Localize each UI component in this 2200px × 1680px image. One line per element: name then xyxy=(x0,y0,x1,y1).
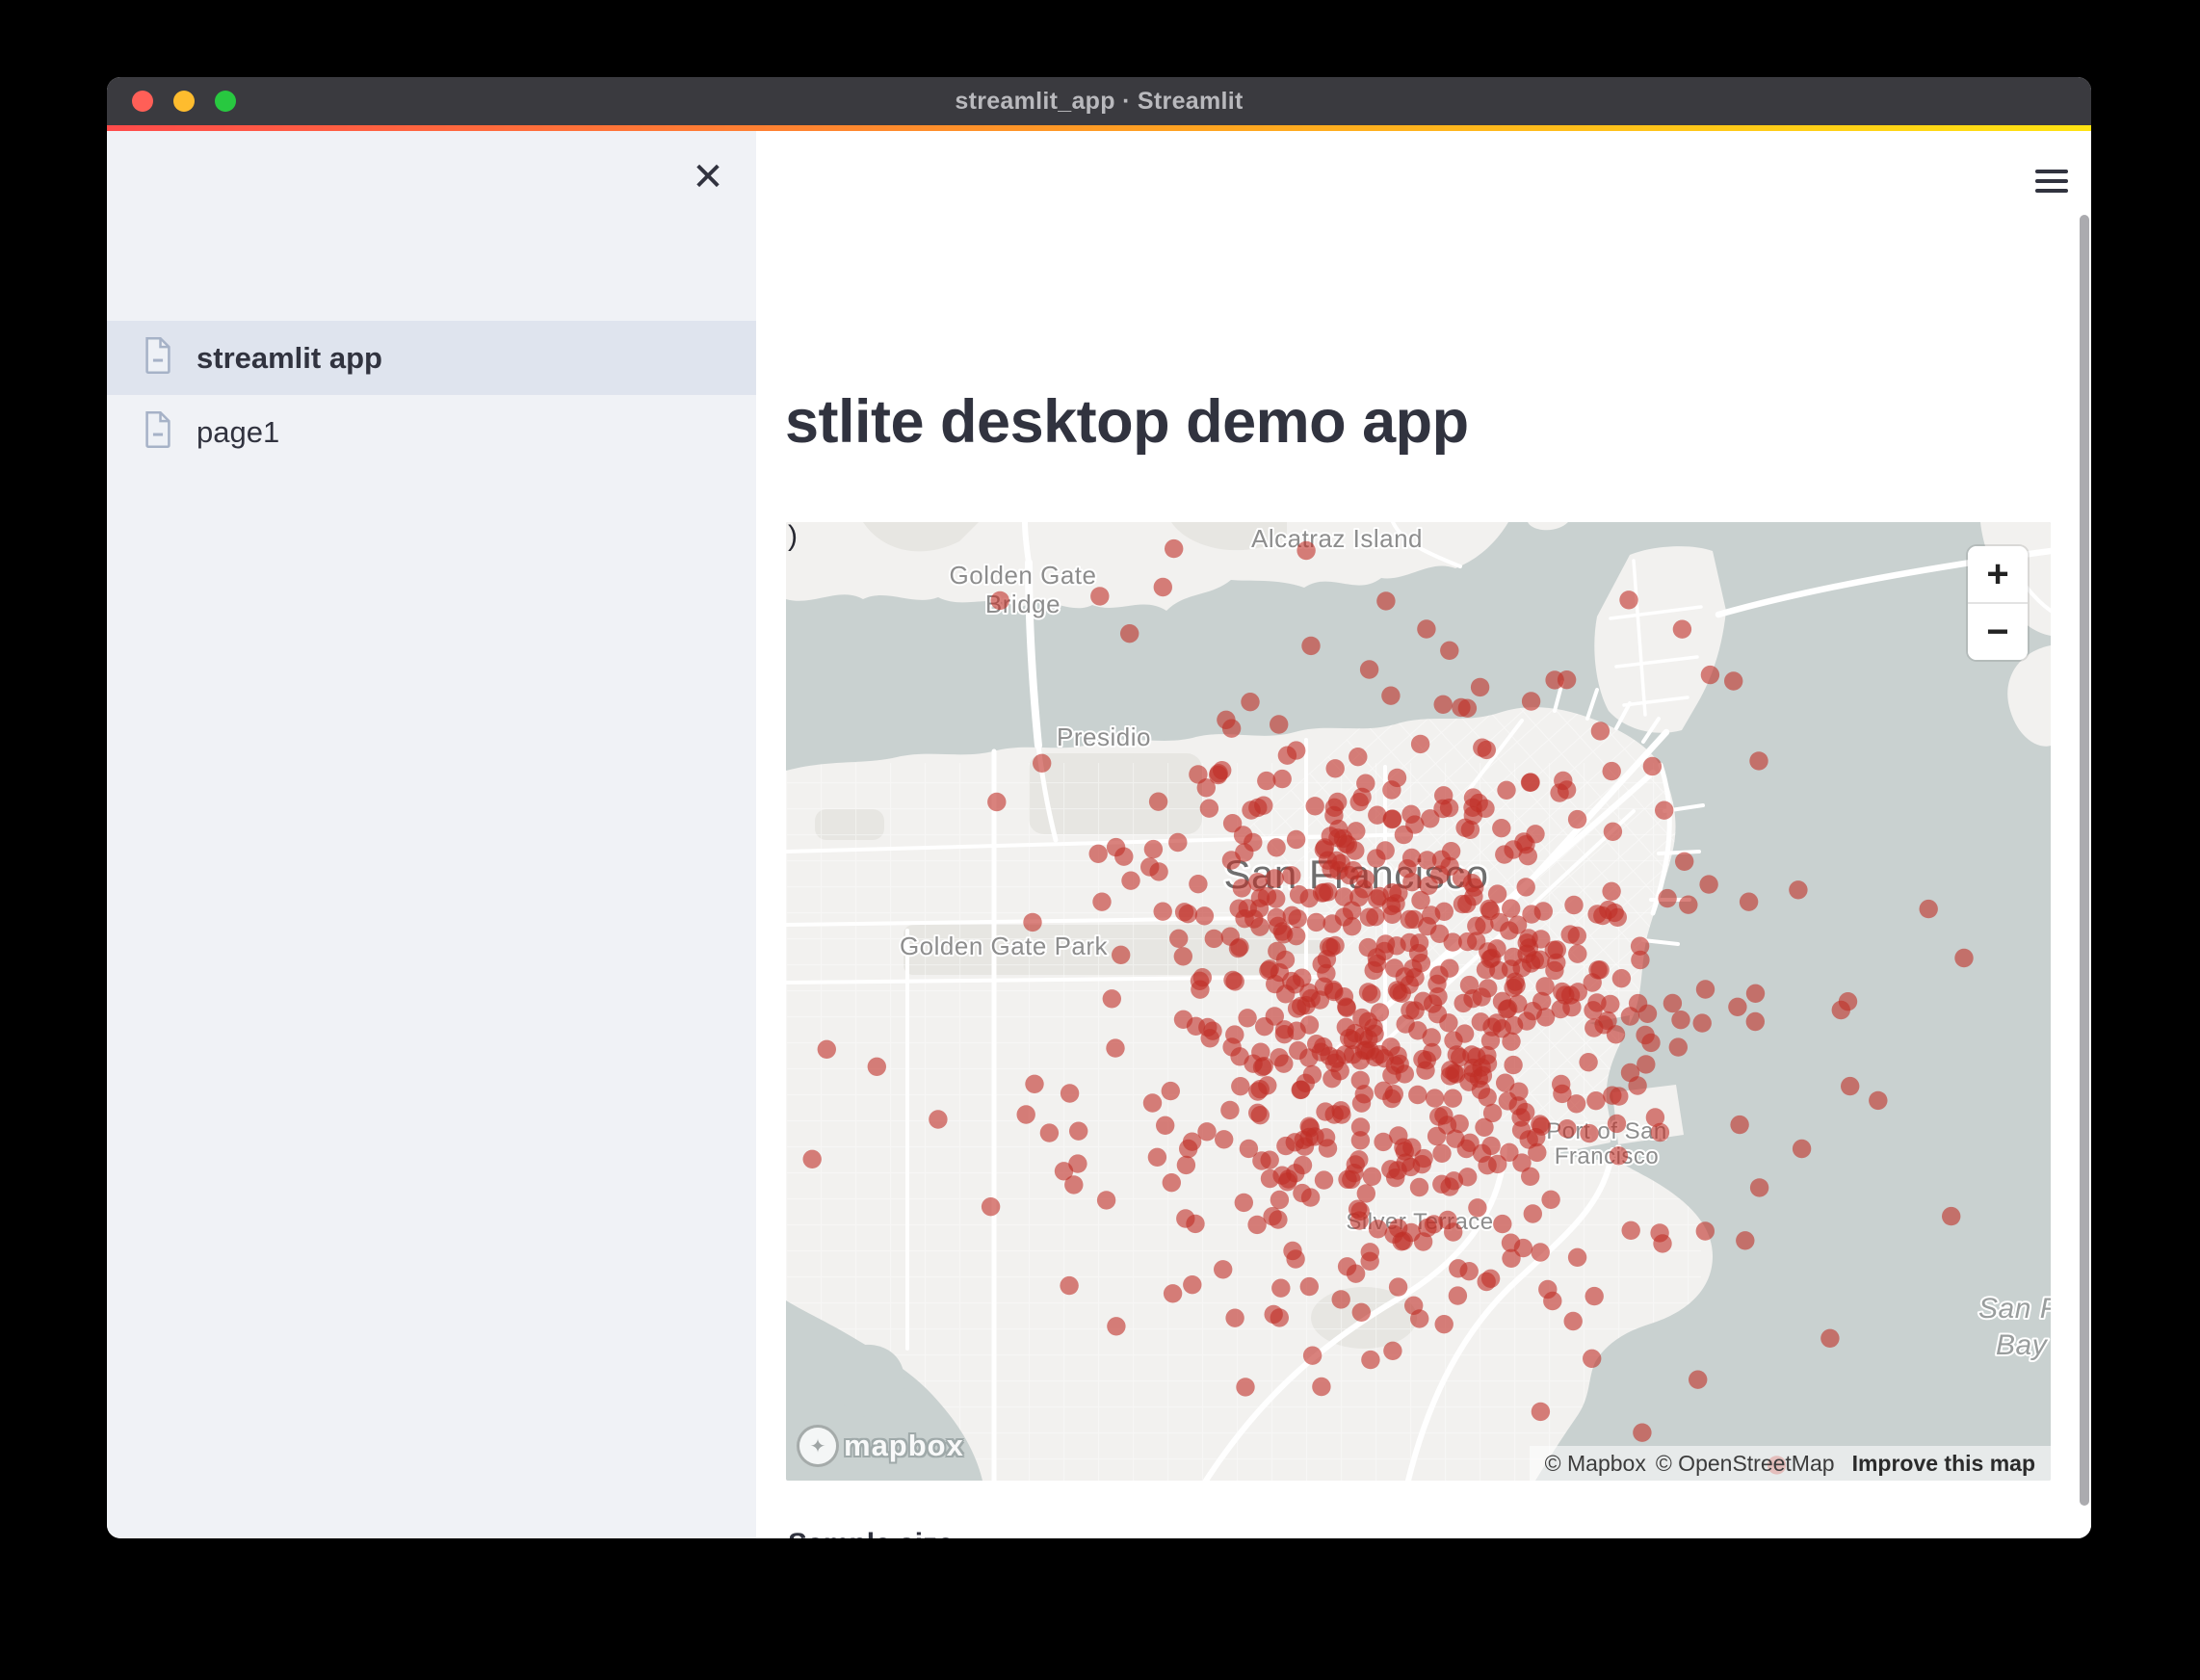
sidebar: ✕ streamlit app xyxy=(107,131,756,1538)
sidebar-item-label: page1 xyxy=(196,415,279,450)
svg-text:Golden Gate Park: Golden Gate Park xyxy=(900,932,1109,960)
stray-text: ) xyxy=(788,520,798,553)
svg-text:San Franci: San Franci xyxy=(1978,1293,2051,1325)
sidebar-nav: streamlit app page1 xyxy=(107,321,756,469)
main-scrollbar[interactable] xyxy=(2080,215,2089,1506)
map-container: Alcatraz IslandGolden GateBridgePresidio… xyxy=(786,522,2051,1481)
zoom-window-button[interactable] xyxy=(215,91,236,112)
page-doc-icon xyxy=(143,337,173,379)
mapbox-wordmark: mapbox xyxy=(844,1429,964,1463)
zoom-out-button[interactable]: − xyxy=(1968,604,2028,660)
window-title: streamlit_app · Streamlit xyxy=(955,88,1243,116)
page-title: stlite desktop demo app xyxy=(785,387,1469,457)
close-window-button[interactable] xyxy=(132,91,153,112)
svg-text:Golden Gate: Golden Gate xyxy=(950,561,1097,590)
map-canvas[interactable]: Alcatraz IslandGolden GateBridgePresidio… xyxy=(786,522,2051,1481)
svg-text:Alcatraz Island: Alcatraz Island xyxy=(1251,524,1423,553)
svg-text:Bay: Bay xyxy=(1996,1329,2049,1361)
sidebar-item-label: streamlit app xyxy=(196,341,382,376)
svg-text:Presidio: Presidio xyxy=(1057,722,1151,751)
improve-this-map-link[interactable]: Improve this map xyxy=(1852,1451,2035,1477)
zoom-in-button[interactable]: + xyxy=(1968,546,2028,602)
sample-size-label: Sample size xyxy=(788,1528,954,1538)
svg-text:Francisco: Francisco xyxy=(1555,1143,1660,1169)
window-content: ✕ streamlit app xyxy=(107,131,2091,1538)
mapbox-logo[interactable]: ✦ mapbox xyxy=(799,1428,964,1464)
minimize-window-button[interactable] xyxy=(173,91,195,112)
main-area: stlite desktop demo app ) xyxy=(756,131,2091,1538)
title-bar[interactable]: streamlit_app · Streamlit xyxy=(107,77,2091,125)
traffic-lights xyxy=(132,77,236,125)
map-zoom-control: + − xyxy=(1968,546,2028,660)
page-doc-icon xyxy=(143,411,173,453)
main-menu-button[interactable] xyxy=(2030,162,2073,200)
sidebar-close-button[interactable]: ✕ xyxy=(681,150,735,204)
attribution-osm-link[interactable]: © OpenStreetMap xyxy=(1656,1451,1835,1477)
sidebar-item-page1[interactable]: page1 xyxy=(107,395,756,469)
app-window: streamlit_app · Streamlit ✕ streamlit ap… xyxy=(107,77,2091,1538)
map-attribution: © Mapbox © OpenStreetMap Improve this ma… xyxy=(1530,1446,2051,1481)
sidebar-item-streamlit-app[interactable]: streamlit app xyxy=(107,321,756,395)
mapbox-logo-icon: ✦ xyxy=(799,1428,836,1464)
attribution-mapbox-link[interactable]: © Mapbox xyxy=(1545,1451,1646,1477)
hamburger-icon xyxy=(2035,170,2068,173)
